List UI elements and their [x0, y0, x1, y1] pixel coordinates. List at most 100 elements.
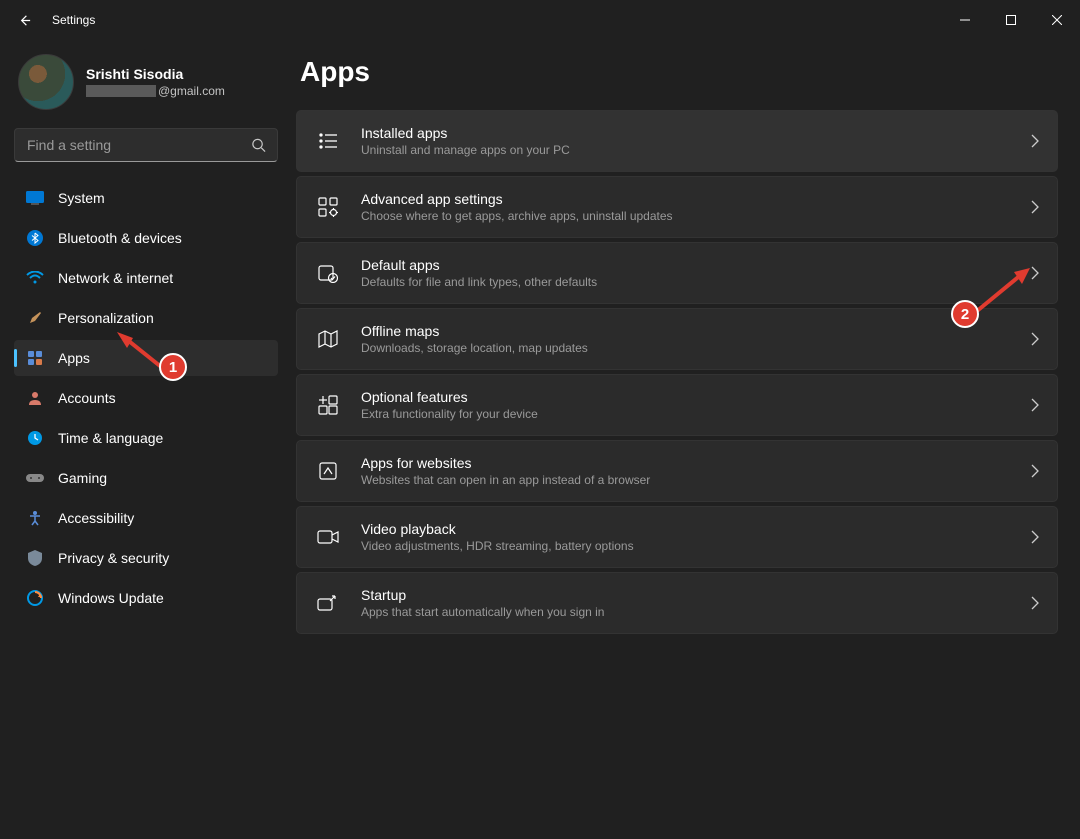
card-title: Offline maps: [361, 323, 1031, 339]
profile-email: @gmail.com: [86, 84, 225, 98]
sidebar: Srishti Sisodia @gmail.com System Blueto…: [0, 40, 290, 839]
card-title: Optional features: [361, 389, 1031, 405]
chevron-right-icon: [1031, 530, 1039, 544]
accessibility-icon: [26, 509, 44, 527]
titlebar-left: Settings: [14, 10, 95, 30]
sidebar-item-label: Time & language: [58, 430, 163, 446]
card-title: Apps for websites: [361, 455, 1031, 471]
accounts-icon: [26, 389, 44, 407]
window-controls: [942, 4, 1080, 36]
cards: Installed apps Uninstall and manage apps…: [296, 110, 1058, 634]
map-icon: [313, 327, 343, 351]
card-text: Offline maps Downloads, storage location…: [361, 323, 1031, 355]
chevron-right-icon: [1031, 332, 1039, 346]
card-installed-apps[interactable]: Installed apps Uninstall and manage apps…: [296, 110, 1058, 172]
sidebar-item-label: Bluetooth & devices: [58, 230, 182, 246]
app-title: Settings: [52, 13, 95, 27]
search-input[interactable]: [14, 128, 278, 162]
clock-icon: [26, 429, 44, 447]
close-button[interactable]: [1034, 4, 1080, 36]
card-title: Advanced app settings: [361, 191, 1031, 207]
badge-number: 2: [961, 306, 969, 323]
email-suffix: @gmail.com: [158, 84, 225, 98]
sidebar-item-update[interactable]: Windows Update: [14, 580, 278, 616]
chevron-right-icon: [1031, 266, 1039, 280]
card-title: Installed apps: [361, 125, 1031, 141]
card-text: Video playback Video adjustments, HDR st…: [361, 521, 1031, 553]
grid-gear-icon: [313, 195, 343, 219]
plus-grid-icon: [313, 393, 343, 417]
card-offline-maps[interactable]: Offline maps Downloads, storage location…: [296, 308, 1058, 370]
list-icon: [313, 129, 343, 153]
card-default-apps[interactable]: Default apps Defaults for file and link …: [296, 242, 1058, 304]
card-text: Apps for websites Websites that can open…: [361, 455, 1031, 487]
bluetooth-icon: [26, 229, 44, 247]
system-icon: [26, 189, 44, 207]
card-advanced-app-settings[interactable]: Advanced app settings Choose where to ge…: [296, 176, 1058, 238]
sidebar-item-bluetooth[interactable]: Bluetooth & devices: [14, 220, 278, 256]
sidebar-item-label: Apps: [58, 350, 90, 366]
update-icon: [26, 589, 44, 607]
card-sub: Downloads, storage location, map updates: [361, 341, 1031, 355]
chevron-right-icon: [1031, 134, 1039, 148]
sidebar-item-privacy[interactable]: Privacy & security: [14, 540, 278, 576]
card-title: Default apps: [361, 257, 1031, 273]
card-title: Video playback: [361, 521, 1031, 537]
card-sub: Extra functionality for your device: [361, 407, 1031, 421]
web-app-icon: [313, 459, 343, 483]
card-text: Default apps Defaults for file and link …: [361, 257, 1031, 289]
main: Apps Installed apps Uninstall and manage…: [290, 40, 1080, 839]
maximize-button[interactable]: [988, 4, 1034, 36]
card-sub: Video adjustments, HDR streaming, batter…: [361, 539, 1031, 553]
close-icon: [1052, 15, 1062, 25]
sidebar-item-label: Privacy & security: [58, 550, 169, 566]
chevron-right-icon: [1031, 398, 1039, 412]
arrow-left-icon: [17, 13, 32, 28]
sidebar-item-gaming[interactable]: Gaming: [14, 460, 278, 496]
minimize-button[interactable]: [942, 4, 988, 36]
card-title: Startup: [361, 587, 1031, 603]
chevron-right-icon: [1031, 464, 1039, 478]
back-button[interactable]: [14, 10, 34, 30]
sidebar-item-network[interactable]: Network & internet: [14, 260, 278, 296]
profile[interactable]: Srishti Sisodia @gmail.com: [14, 48, 278, 124]
sidebar-item-label: Windows Update: [58, 590, 164, 606]
search-box: [14, 128, 278, 162]
card-text: Startup Apps that start automatically wh…: [361, 587, 1031, 619]
sidebar-item-time[interactable]: Time & language: [14, 420, 278, 456]
chevron-right-icon: [1031, 200, 1039, 214]
shield-icon: [26, 549, 44, 567]
card-sub: Websites that can open in an app instead…: [361, 473, 1031, 487]
brush-icon: [26, 309, 44, 327]
default-apps-icon: [313, 261, 343, 285]
gaming-icon: [26, 469, 44, 487]
profile-name: Srishti Sisodia: [86, 66, 225, 82]
sidebar-item-accessibility[interactable]: Accessibility: [14, 500, 278, 536]
wifi-icon: [26, 269, 44, 287]
page-title: Apps: [300, 56, 1058, 88]
card-text: Installed apps Uninstall and manage apps…: [361, 125, 1031, 157]
annotation-arrow-2: [972, 266, 1032, 316]
card-text: Optional features Extra functionality fo…: [361, 389, 1031, 421]
minimize-icon: [960, 15, 970, 25]
card-optional-features[interactable]: Optional features Extra functionality fo…: [296, 374, 1058, 436]
sidebar-item-system[interactable]: System: [14, 180, 278, 216]
annotation-badge-2: 2: [951, 300, 979, 328]
apps-icon: [26, 349, 44, 367]
card-sub: Apps that start automatically when you s…: [361, 605, 1031, 619]
redacted-text: [86, 85, 156, 97]
card-video-playback[interactable]: Video playback Video adjustments, HDR st…: [296, 506, 1058, 568]
titlebar: Settings: [0, 0, 1080, 40]
badge-number: 1: [169, 359, 177, 376]
annotation-badge-1: 1: [159, 353, 187, 381]
card-sub: Choose where to get apps, archive apps, …: [361, 209, 1031, 223]
search-icon: [251, 138, 266, 153]
card-sub: Defaults for file and link types, other …: [361, 275, 1031, 289]
sidebar-item-accounts[interactable]: Accounts: [14, 380, 278, 416]
card-apps-for-websites[interactable]: Apps for websites Websites that can open…: [296, 440, 1058, 502]
maximize-icon: [1006, 15, 1016, 25]
sidebar-item-label: Network & internet: [58, 270, 173, 286]
card-startup[interactable]: Startup Apps that start automatically wh…: [296, 572, 1058, 634]
video-icon: [313, 525, 343, 549]
profile-text: Srishti Sisodia @gmail.com: [86, 66, 225, 98]
